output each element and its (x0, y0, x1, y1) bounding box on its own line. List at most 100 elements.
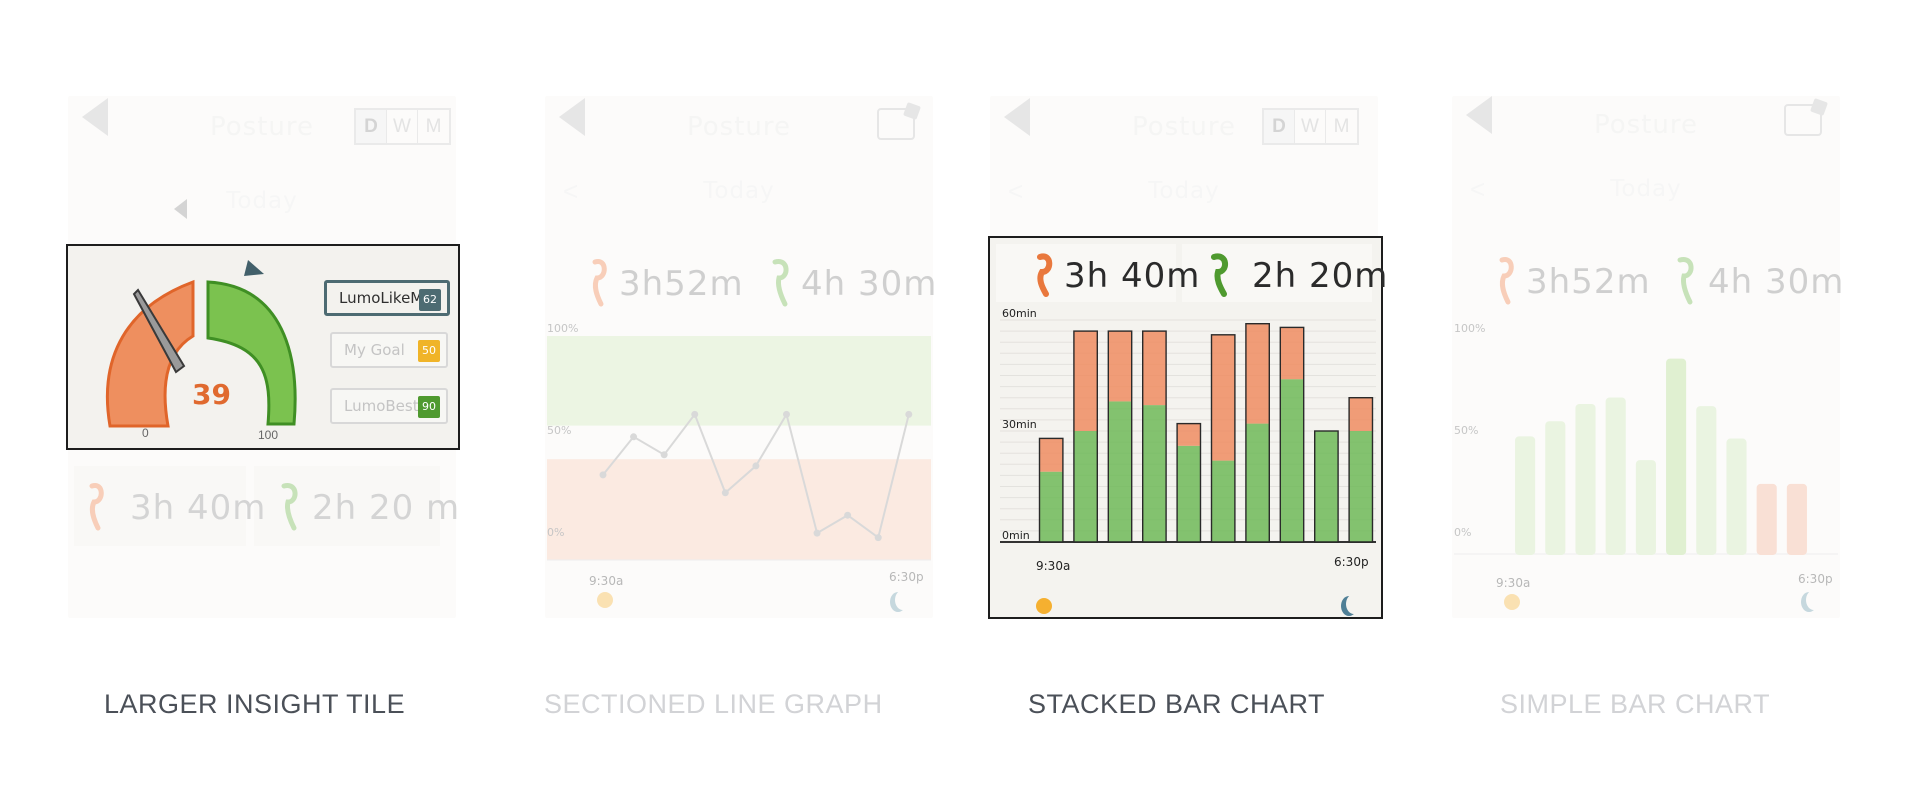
bar-0 (1515, 436, 1536, 555)
bad-stat: 3h52m (1526, 262, 1651, 302)
bar-good-6 (1245, 423, 1270, 542)
marker-arrow-icon (244, 260, 264, 276)
bar-bad-5 (1211, 334, 1235, 461)
sun-icon (1504, 594, 1520, 610)
data-point-7 (813, 529, 821, 537)
bar-3 (1605, 397, 1626, 556)
toggle-week[interactable]: W (387, 110, 418, 143)
y-label-mid: 50% (1454, 424, 1479, 437)
good-stat: 2h 20 m (312, 488, 461, 528)
badge-my-goal[interactable]: My Goal 50 (330, 332, 448, 368)
y-tick-label: 30min (1002, 418, 1037, 431)
x-label-start: 9:30a (589, 574, 624, 588)
phone-screen: Posture < Today 3h52m 4h 30m 100% 50% 0%… (1452, 96, 1843, 618)
bad-stat: 3h 40m (1064, 256, 1201, 296)
x-label-start: 9:30a (1496, 576, 1531, 590)
gauge-bad-arc (105, 279, 195, 428)
bar-6 (1696, 406, 1717, 556)
toggle-week[interactable]: W (1295, 110, 1326, 143)
moon-icon (1806, 590, 1822, 610)
data-point-5 (752, 462, 760, 470)
phone-screen: Posture < Today 3h52m 4h 30m 100% 50% 0%… (545, 96, 936, 618)
y-label-mid: 50% (547, 424, 572, 437)
line-chart (547, 336, 931, 561)
toggle-month[interactable]: M (418, 110, 449, 143)
data-point-9 (874, 534, 882, 542)
badge-value: 50 (418, 340, 440, 362)
nav-title: Today (226, 188, 298, 214)
share-icon[interactable] (877, 108, 915, 140)
bar-bad-2 (1108, 331, 1132, 402)
sun-icon (597, 592, 613, 608)
y-label-bottom: 0% (547, 526, 565, 539)
good-stat: 4h 30m (801, 264, 938, 304)
caption-insight-tile: LARGER INSIGHT TILE (104, 689, 406, 719)
good-stat: 4h 30m (1708, 262, 1845, 302)
bar-good-8 (1314, 431, 1339, 542)
nav-title: Today (1610, 176, 1682, 202)
y-label-top: 100% (547, 322, 579, 335)
header-title: Posture (687, 112, 791, 142)
panel-line-graph: Posture < Today 3h52m 4h 30m 100% 50% 0%… (545, 96, 936, 618)
view-toggle[interactable]: D W M (354, 108, 451, 145)
x-label-start: 9:30a (1036, 559, 1070, 573)
stacked-bar-chart: 60min 30min 0min 9:30a 6:30p (1000, 308, 1376, 573)
good-stat: 2h 20m (1252, 256, 1389, 296)
toggle-day[interactable]: D (1264, 110, 1295, 143)
bar-bad-7 (1280, 327, 1304, 380)
bar-good-2 (1108, 401, 1132, 542)
good-posture-icon (772, 259, 789, 307)
x-label-end: 6:30p (1798, 572, 1833, 586)
toggle-day[interactable]: D (356, 110, 387, 143)
bad-posture-icon (1499, 257, 1514, 305)
bar-5 (1666, 358, 1687, 555)
y-tick-label: 60min (1002, 308, 1037, 320)
bad-posture-icon (1037, 253, 1053, 297)
data-point-0 (599, 471, 607, 479)
data-point-2 (660, 451, 668, 459)
gauge-max-label: 100 (258, 428, 279, 442)
bar-good-7 (1280, 379, 1304, 542)
gauge-value: 39 (192, 378, 231, 411)
badge-lumo-best[interactable]: LumoBest 90 (330, 388, 448, 424)
bad-posture-icon (89, 483, 104, 531)
good-posture-icon (281, 483, 298, 531)
bad-posture-icon (592, 259, 607, 307)
nav-title: Today (703, 178, 775, 204)
badge-value: 90 (418, 396, 440, 418)
good-posture-icon (1211, 253, 1228, 297)
badge-lumo-like-me[interactable]: LumoLikeMe 62 (324, 280, 450, 316)
bar-1 (1545, 421, 1566, 555)
bar-4 (1635, 460, 1656, 555)
band-0 (547, 336, 931, 426)
x-label-end: 6:30p (889, 570, 924, 584)
bar-bad-6 (1245, 323, 1270, 424)
data-point-4 (721, 489, 729, 497)
view-toggle[interactable]: D W M (1262, 108, 1359, 145)
data-point-3 (691, 410, 699, 418)
bar-9 (1786, 483, 1807, 556)
toggle-month[interactable]: M (1326, 110, 1357, 143)
y-label-bottom: 0% (1454, 526, 1472, 539)
bar-good-0 (1039, 471, 1063, 542)
data-point-10 (905, 410, 913, 418)
bad-stat: 3h52m (619, 264, 744, 304)
y-tick-label: 0min (1002, 529, 1030, 542)
bar-good-3 (1142, 405, 1167, 542)
share-icon[interactable] (1784, 104, 1822, 136)
bar-bad-9 (1349, 397, 1373, 431)
caption-line-graph: SECTIONED LINE GRAPH (544, 689, 883, 719)
bar-bad-0 (1039, 438, 1063, 472)
sun-icon (1036, 598, 1052, 614)
data-point-6 (782, 410, 790, 418)
bar-bad-4 (1177, 423, 1201, 446)
badge-value: 62 (419, 289, 441, 311)
good-posture-icon (1677, 257, 1694, 305)
x-label-end: 6:30p (1334, 555, 1369, 569)
data-point-8 (844, 511, 852, 519)
y-label-top: 100% (1454, 322, 1486, 335)
simple-bar-chart (1454, 358, 1838, 556)
caption-simple-bar: SIMPLE BAR CHART (1500, 689, 1771, 719)
bar-good-1 (1073, 431, 1098, 542)
insight-tile: 39 0 100 LumoLikeMe 62 My Goal 50 LumoBe… (66, 244, 460, 450)
